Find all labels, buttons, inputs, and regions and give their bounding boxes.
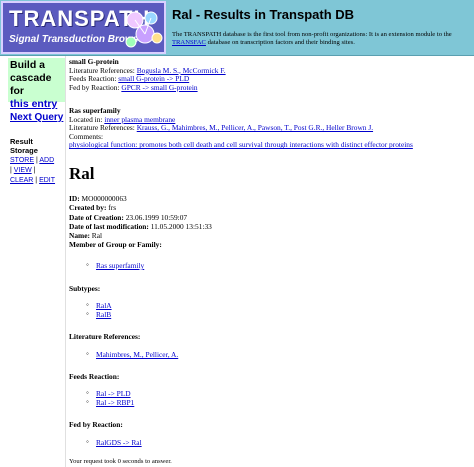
literature-label: Literature References: [69, 332, 141, 341]
fed-by-reaction-label: Fed by Reaction: [69, 420, 123, 429]
header-description: The TRANSPATH database is the first tool… [172, 31, 472, 48]
subtypes-list: RalA RalB [86, 300, 112, 319]
created-value: frs [108, 203, 117, 213]
fed-by-reaction-link[interactable]: RalGDS -> Ral [96, 438, 142, 447]
next-query-link[interactable]: Next Query [10, 112, 63, 123]
result-storage-line-1: Result [10, 137, 33, 146]
literature-link[interactable]: Krauss, G., Mahimbres, M., Pellicer, A.,… [137, 123, 373, 132]
separator: | [35, 157, 38, 164]
member-link[interactable]: Ras superfamily [96, 261, 144, 270]
this-entry-link[interactable]: this entry [10, 98, 63, 111]
list-item: Ras superfamily [86, 260, 144, 270]
literature-list: Mahimbres, M., Pellicer, A. [86, 349, 178, 359]
subtype-link[interactable]: RalA [96, 301, 112, 310]
view-link[interactable]: VIEW [14, 167, 32, 174]
comments-link[interactable]: physiological function: promotes both ce… [69, 140, 413, 150]
id-value: MO000000063 [81, 194, 127, 203]
feeds-reaction-link[interactable]: Ral -> RBP1 [96, 398, 134, 407]
subtype-link[interactable]: RalB [96, 310, 111, 319]
description-text-2: database on transcription factors and th… [207, 39, 355, 47]
clear-link[interactable]: CLEAR [10, 177, 33, 184]
description-text-1: The TRANSPATH database is the first tool… [172, 31, 452, 38]
record-title: Ral [69, 164, 95, 183]
feeds-reaction-label: Feeds Reaction: [69, 372, 120, 381]
result-storage-line-2: Storage [10, 146, 38, 155]
id-label: ID: [69, 194, 80, 203]
result-storage-label: Result Storage [10, 137, 38, 155]
fed-by-reaction-label: Fed by Reaction: [69, 82, 120, 92]
date-created-label: Date of Creation: [69, 212, 124, 222]
main-content: small G-protein Literature References: B… [69, 56, 474, 467]
member-label: Member of Group or Family: [69, 240, 162, 250]
name-value: Ral [91, 231, 103, 241]
parent-entry-small-g-protein: small G-protein Literature References: B… [69, 57, 474, 92]
list-item: RalGDS -> Ral [86, 437, 142, 447]
molecule-icon [125, 11, 163, 48]
header-bar: TRANSPATH Signal Transduction Browser Ra… [0, 0, 474, 56]
edit-link[interactable]: EDIT [39, 177, 55, 184]
sidebar: Build a cascade for this entry Next Quer… [0, 56, 66, 467]
record-fields: ID: MO000000063 Created by: frs Date of … [69, 194, 474, 250]
date-modified-label: Date of last modification: [69, 221, 149, 231]
list-item: Ral -> PLD [86, 388, 134, 398]
response-time-note: Your request took 0 seconds to answer. [69, 458, 172, 465]
separator: | [33, 167, 36, 174]
fed-by-reaction-link[interactable]: GPCR -> small G-protein [121, 83, 197, 92]
transpath-logo[interactable]: TRANSPATH Signal Transduction Browser [1, 1, 166, 54]
cascade-label-2: cascade for [10, 72, 52, 97]
parent-entry-ras-superfamily: Ras superfamily Located in: inner plasma… [69, 106, 474, 150]
build-cascade-box: Build a cascade for this entry [8, 58, 65, 110]
date-modified-value: 11.05.2000 13:51:33 [150, 221, 212, 231]
list-item: RalB [86, 309, 112, 319]
list-item: RalA [86, 300, 112, 310]
list-item: Mahimbres, M., Pellicer, A. [86, 349, 178, 359]
separator: | [35, 177, 38, 184]
cascade-label-1: Build a [10, 59, 46, 71]
member-list: Ras superfamily [86, 260, 144, 270]
feeds-reaction-list: Ral -> PLD Ral -> RBP1 [86, 388, 134, 407]
literature-link[interactable]: Mahimbres, M., Pellicer, A. [96, 350, 178, 359]
created-label: Created by: [69, 203, 107, 213]
name-label: Name: [69, 231, 90, 241]
transfac-link[interactable]: TRANSFAC [172, 39, 206, 46]
subtypes-label: Subtypes: [69, 284, 101, 293]
date-created-value: 23.06.1999 10:59:07 [125, 212, 188, 222]
storage-links: STORE | ADD | VIEW | CLEAR | EDIT [10, 156, 66, 186]
separator: | [10, 167, 12, 174]
list-item: Ral -> RBP1 [86, 397, 134, 407]
page-title: Ral - Results in Transpath DB [172, 7, 355, 22]
add-link[interactable]: ADD [39, 157, 54, 164]
fed-by-reaction-list: RalGDS -> Ral [86, 437, 142, 447]
store-link[interactable]: STORE [10, 157, 34, 164]
feeds-reaction-link[interactable]: Ral -> PLD [96, 389, 131, 398]
